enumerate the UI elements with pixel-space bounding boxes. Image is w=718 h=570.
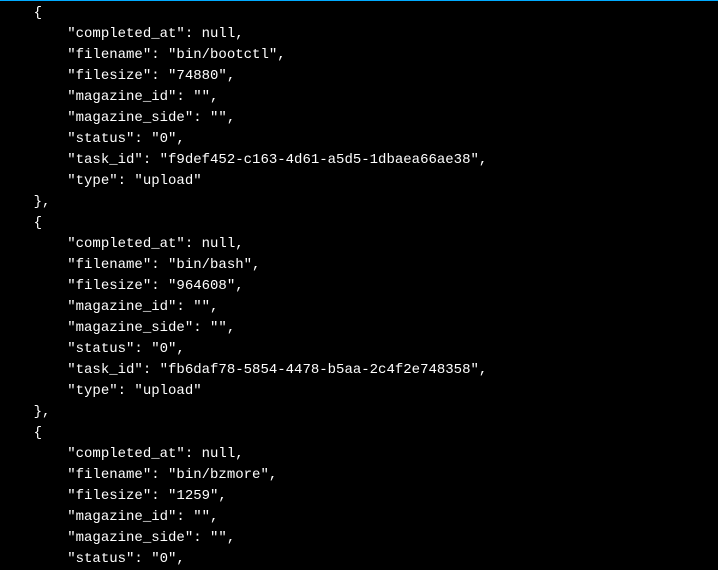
terminal-json-output: { "completed_at": null, "filename": "bin… bbox=[0, 1, 718, 570]
